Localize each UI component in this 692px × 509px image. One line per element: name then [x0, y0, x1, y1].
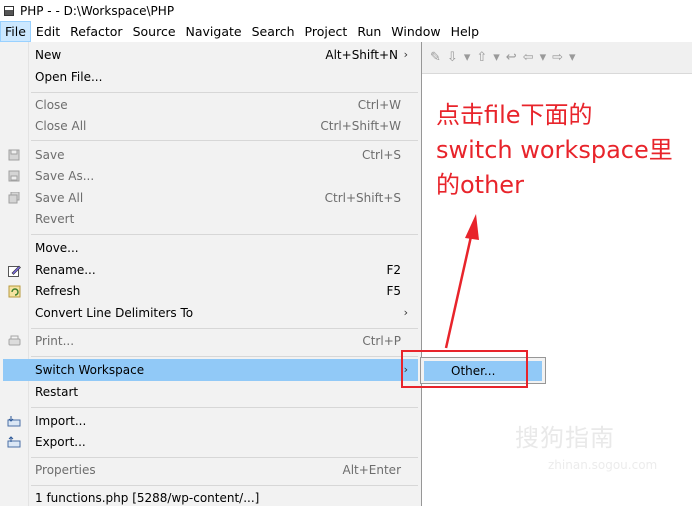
- watermark: 搜狗指南: [515, 424, 615, 452]
- annotation-line-1: 点击file下面的: [436, 101, 593, 129]
- watermark-url: zhinan.sogou.com: [548, 458, 658, 472]
- annotation-line-2: switch workspace里: [436, 136, 673, 164]
- annotation-line-3: 的other: [436, 171, 524, 199]
- annotation-text: 点击file下面的 switch workspace里 的other: [436, 98, 692, 203]
